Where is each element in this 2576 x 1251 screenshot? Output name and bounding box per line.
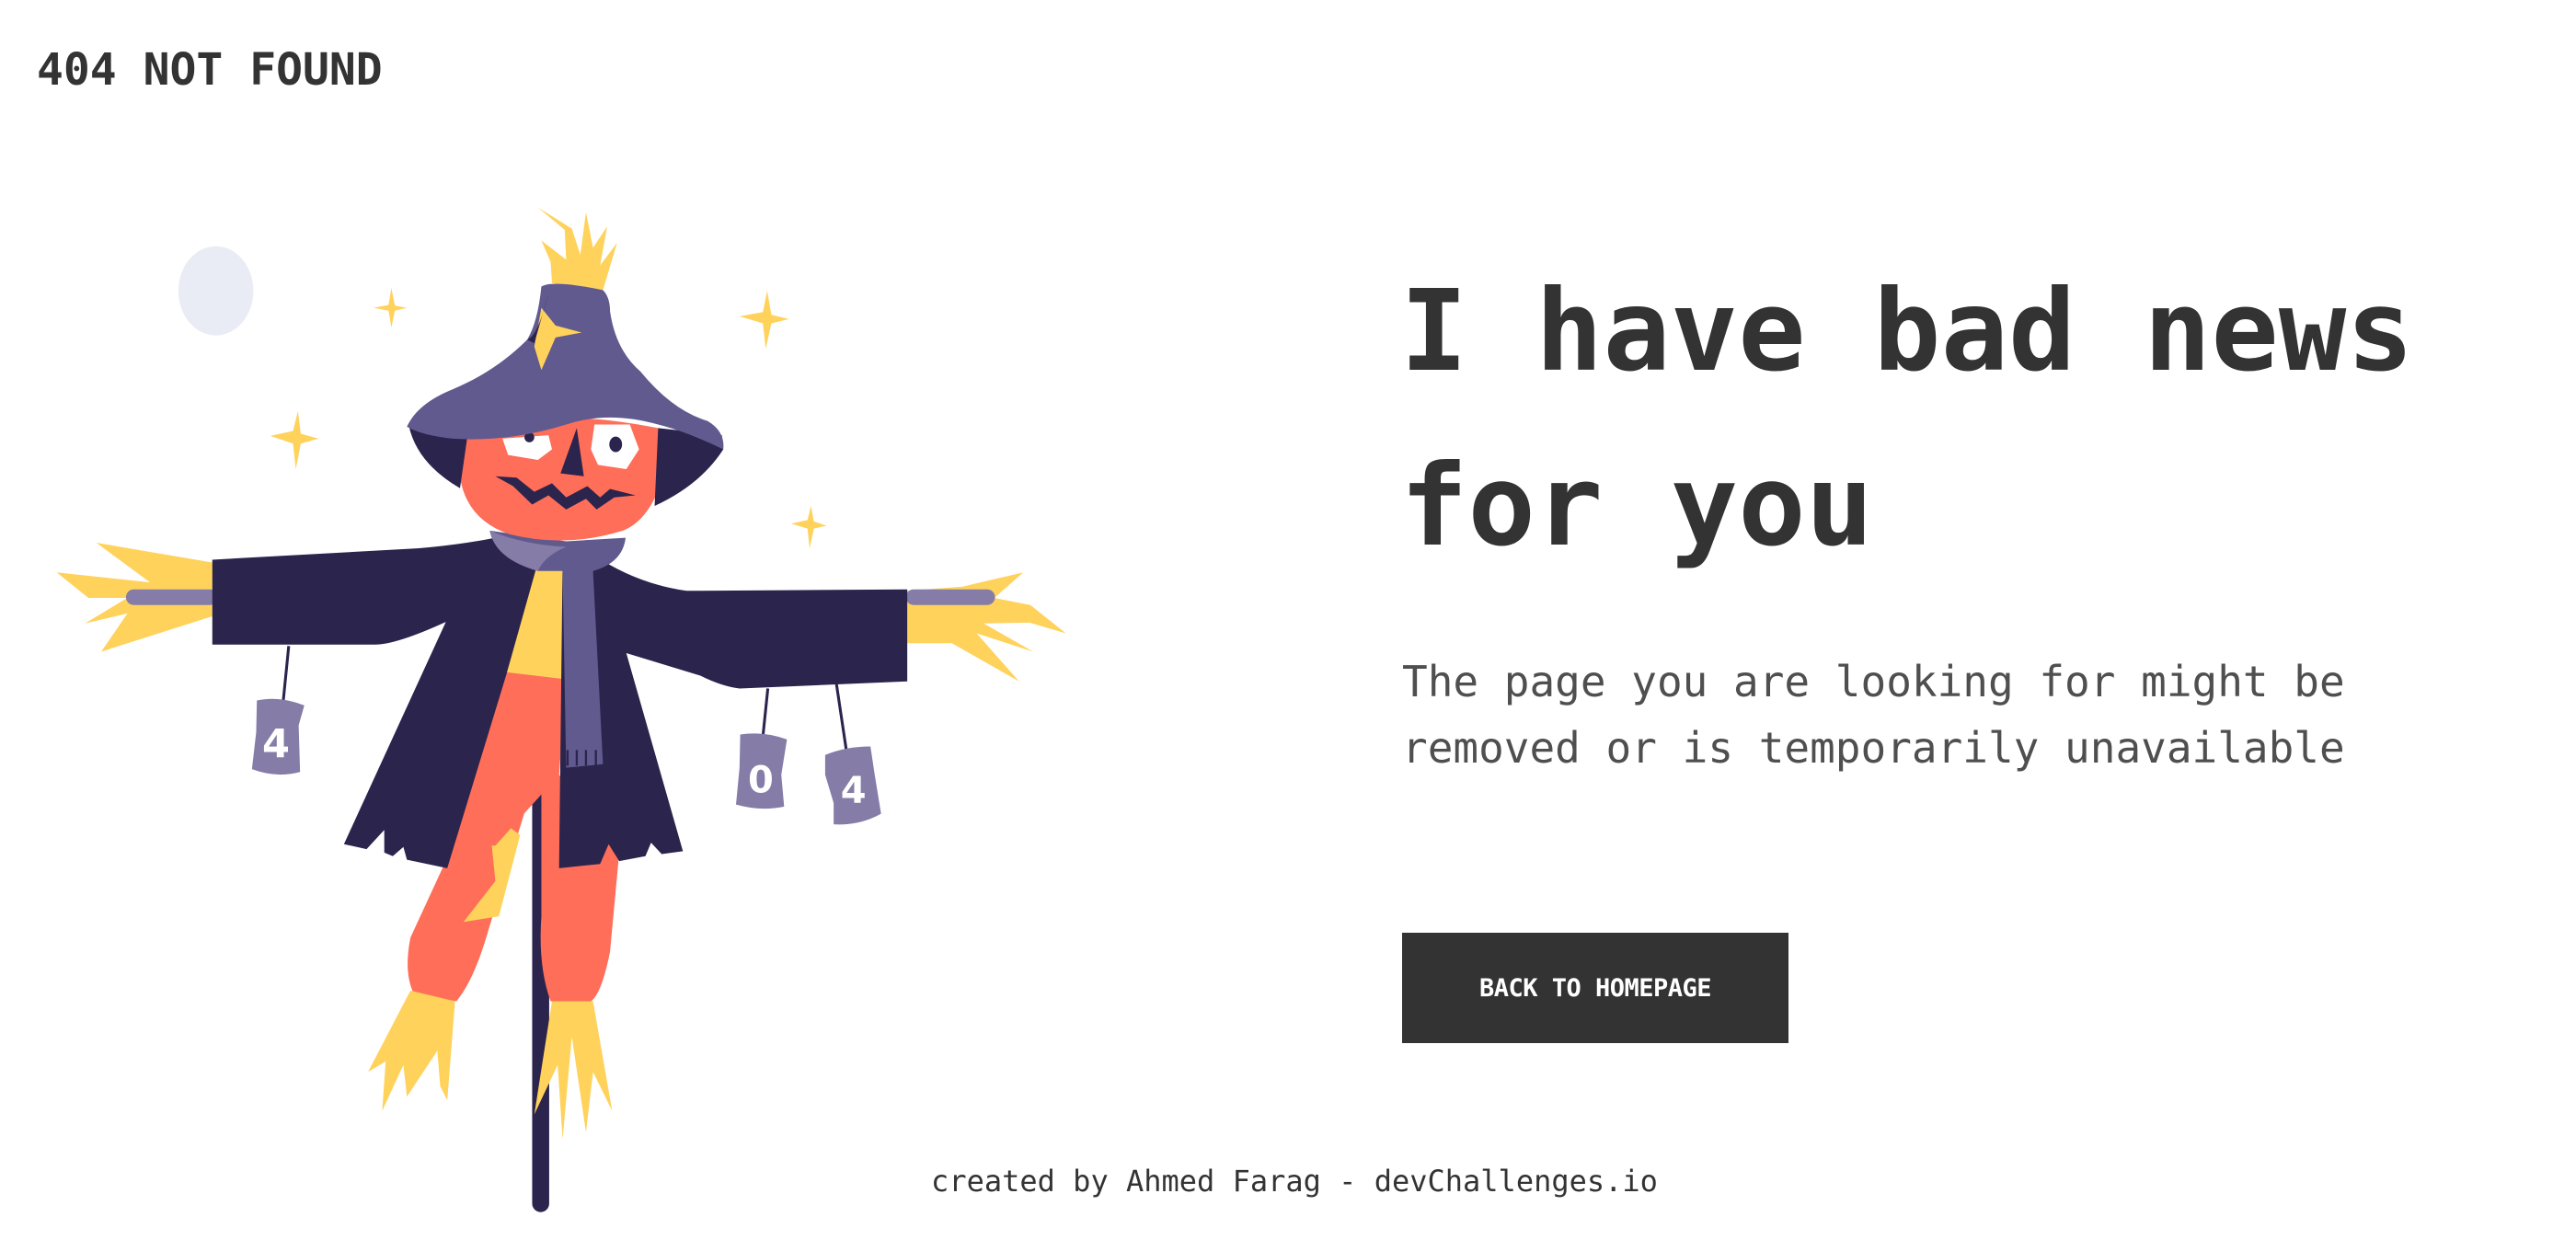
site-title: 404 NOT FOUND bbox=[37, 44, 383, 96]
footer-credit: created by Ahmed Farag - devChallenges.i… bbox=[931, 1164, 1658, 1199]
page-description: The page you are looking for might be re… bbox=[1402, 657, 2345, 773]
moon-icon bbox=[178, 246, 254, 336]
page-headline: I have bad news for you bbox=[1400, 266, 2414, 571]
back-to-homepage-button[interactable]: BACK TO HOMEPAGE bbox=[1402, 933, 1788, 1043]
can-label-3: 4 bbox=[841, 770, 867, 812]
can-label-1: 4 bbox=[262, 721, 290, 767]
scarecrow-illustration: 4 0 4 bbox=[56, 207, 1066, 1212]
can-label-2: 0 bbox=[748, 760, 774, 802]
